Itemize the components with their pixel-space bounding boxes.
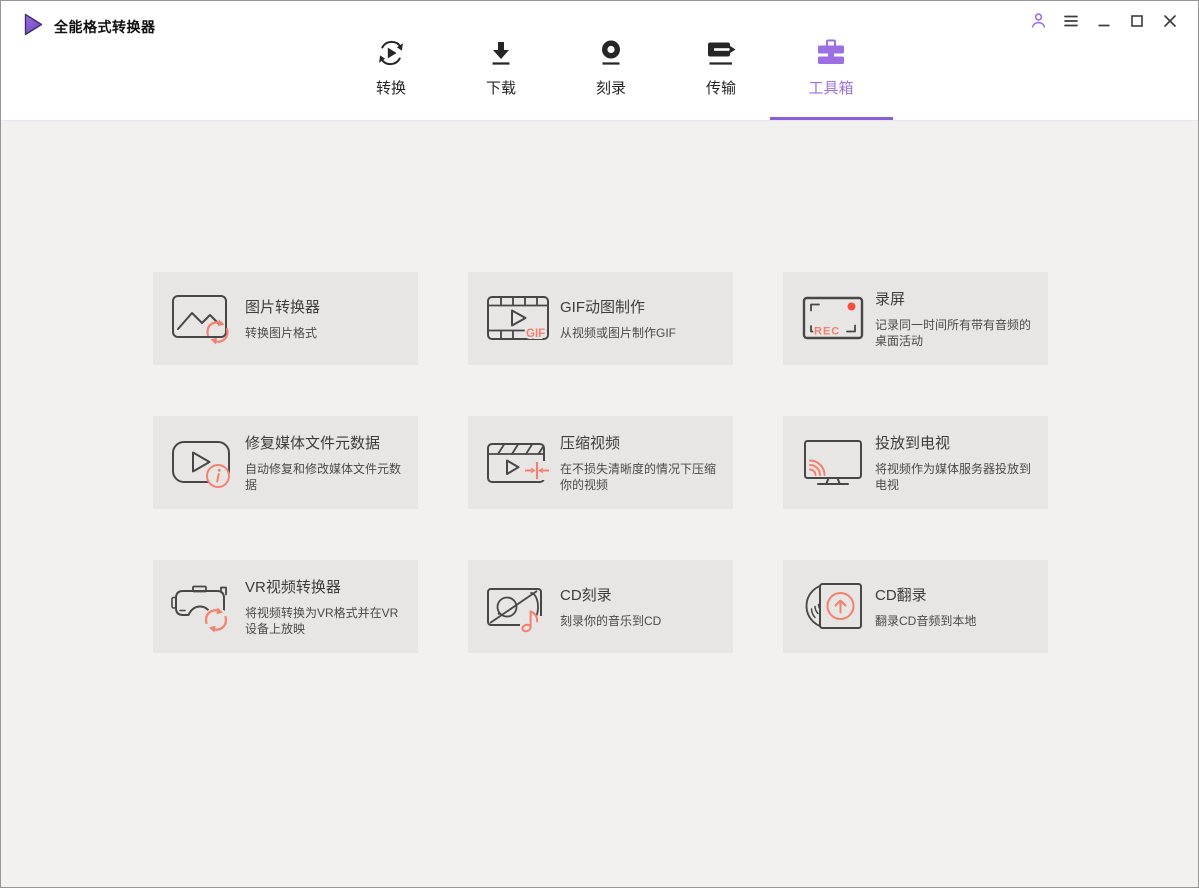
tool-card-title: GIF动图制作 <box>560 299 645 316</box>
tool-card-cd-ripper[interactable]: CD翻录翻录CD音频到本地 <box>783 560 1048 653</box>
tab-label: 下载 <box>485 80 516 97</box>
app-title: 全能格式转换器 <box>54 19 156 35</box>
tab-label: 传输 <box>705 80 736 97</box>
tool-card-title: VR视频转换器 <box>245 579 341 596</box>
image-converter-icon <box>171 290 235 348</box>
tool-card-title: CD刻录 <box>560 587 612 604</box>
tool-card-subtitle: 将视频作为媒体服务器投放到电视 <box>875 462 1032 492</box>
minimize-button[interactable] <box>1094 12 1114 32</box>
tool-card-subtitle: 从视频或图片制作GIF <box>560 326 676 340</box>
tool-card-text: 压缩视频在不损失清晰度的情况下压缩你的视频 <box>560 432 724 493</box>
tool-card-title: 录屏 <box>875 291 906 308</box>
tool-card-text: CD刻录刻录你的音乐到CD <box>560 584 724 629</box>
transfer-icon <box>705 36 737 69</box>
toolbox-grid: 图片转换器转换图片格式 GIF GIF动图制作从视频或图片制作GIF REC 录… <box>153 272 1048 653</box>
cd-ripper-icon <box>801 578 865 636</box>
svg-text:REC: REC <box>814 325 840 337</box>
convert-icon <box>376 36 406 69</box>
cast-to-tv-icon <box>801 434 865 492</box>
tool-card-title: CD翻录 <box>875 587 927 604</box>
tool-card-cd-burner[interactable]: CD刻录刻录你的音乐到CD <box>468 560 733 653</box>
menu-icon <box>1063 13 1079 32</box>
minimize-icon <box>1097 14 1111 31</box>
download-icon <box>486 36 516 69</box>
tool-card-text: 图片转换器转换图片格式 <box>245 296 409 341</box>
cd-burner-icon <box>486 578 550 636</box>
header: 全能格式转换器 转换 下载 刻录 传输 工具箱 <box>1 1 1198 121</box>
screen-recorder-icon: REC <box>801 290 865 348</box>
tool-card-cast-to-tv[interactable]: 投放到电视将视频作为媒体服务器投放到电视 <box>783 416 1048 509</box>
tool-card-subtitle: 翻录CD音频到本地 <box>875 614 977 628</box>
tool-card-text: 修复媒体文件元数据自动修复和修改媒体文件元数据 <box>245 432 409 493</box>
tool-card-title: 投放到电视 <box>875 435 951 452</box>
tool-card-text: 录屏记录同一时间所有带有音频的桌面活动 <box>875 288 1039 349</box>
tool-card-title: 压缩视频 <box>560 435 621 452</box>
tool-card-subtitle: 转换图片格式 <box>245 326 318 340</box>
tab-label: 刻录 <box>595 80 626 97</box>
app-window: 全能格式转换器 转换 下载 刻录 传输 工具箱 图片转换器 转换图片格式 GIF… <box>0 0 1199 888</box>
user-icon <box>1030 12 1047 32</box>
tool-card-text: GIF动图制作从视频或图片制作GIF <box>560 296 724 341</box>
close-button[interactable] <box>1160 12 1180 32</box>
menu-button[interactable] <box>1061 12 1081 32</box>
tool-card-text: CD翻录翻录CD音频到本地 <box>875 584 1039 629</box>
tab-label: 工具箱 <box>808 80 854 97</box>
compress-video-icon <box>486 434 550 492</box>
tool-card-subtitle: 自动修复和修改媒体文件元数据 <box>245 462 402 492</box>
window-controls <box>1028 12 1180 32</box>
fix-metadata-icon <box>171 434 235 492</box>
tool-card-subtitle: 将视频转换为VR格式并在VR设备上放映 <box>245 606 399 636</box>
vr-converter-icon <box>171 578 235 636</box>
tool-card-vr-converter[interactable]: VR视频转换器将视频转换为VR格式并在VR设备上放映 <box>153 560 418 653</box>
tool-card-subtitle: 记录同一时间所有带有音频的桌面活动 <box>875 318 1032 348</box>
tab-convert[interactable]: 转换 <box>351 36 431 98</box>
tab-transfer[interactable]: 传输 <box>681 36 761 98</box>
tool-card-gif-maker[interactable]: GIF GIF动图制作从视频或图片制作GIF <box>468 272 733 365</box>
account-button[interactable] <box>1028 12 1048 32</box>
tool-card-title: 图片转换器 <box>245 299 321 316</box>
tool-card-title: 修复媒体文件元数据 <box>245 435 381 452</box>
toolbox-icon <box>816 36 846 69</box>
play-triangle-logo-icon <box>24 13 43 41</box>
tool-card-subtitle: 刻录你的音乐到CD <box>560 614 662 628</box>
main-nav-tabs: 转换 下载 刻录 传输 工具箱 <box>351 36 871 98</box>
tool-card-image-converter[interactable]: 图片转换器转换图片格式 <box>153 272 418 365</box>
titlebar: 全能格式转换器 <box>24 13 156 41</box>
tab-label: 转换 <box>375 80 406 97</box>
gif-maker-icon: GIF <box>486 290 550 348</box>
active-tab-indicator <box>770 117 893 120</box>
maximize-icon <box>1130 14 1144 31</box>
tool-card-subtitle: 在不损失清晰度的情况下压缩你的视频 <box>560 462 717 492</box>
tool-card-text: VR视频转换器将视频转换为VR格式并在VR设备上放映 <box>245 576 409 637</box>
burn-icon <box>596 36 626 69</box>
tool-card-compress-video[interactable]: 压缩视频在不损失清晰度的情况下压缩你的视频 <box>468 416 733 509</box>
close-icon <box>1163 14 1177 31</box>
tab-burn[interactable]: 刻录 <box>571 36 651 98</box>
tab-download[interactable]: 下载 <box>461 36 541 98</box>
tab-toolbox[interactable]: 工具箱 <box>791 36 871 98</box>
tool-card-fix-metadata[interactable]: 修复媒体文件元数据自动修复和修改媒体文件元数据 <box>153 416 418 509</box>
tool-card-screen-recorder[interactable]: REC 录屏记录同一时间所有带有音频的桌面活动 <box>783 272 1048 365</box>
tool-card-text: 投放到电视将视频作为媒体服务器投放到电视 <box>875 432 1039 493</box>
svg-text:GIF: GIF <box>526 328 545 340</box>
maximize-button[interactable] <box>1127 12 1147 32</box>
